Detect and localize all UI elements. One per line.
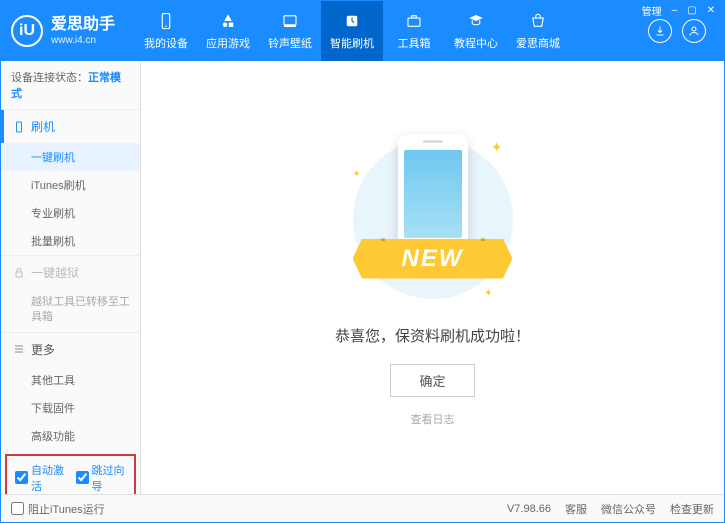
nav-tab-store[interactable]: 爱思商城: [507, 1, 569, 61]
sidebar: 设备连接状态：正常模式 刷机 一键刷机 iTunes刷机 专业刷机 批量刷机 一…: [1, 61, 141, 494]
brand-logo-icon: iU: [11, 15, 43, 47]
nav-tab-label: 铃声壁纸: [268, 35, 312, 51]
auto-activate-checkbox[interactable]: 自动激活: [15, 462, 66, 494]
toolbox-icon: [404, 11, 424, 31]
jailbreak-note: 越狱工具已转移至工具箱: [1, 289, 140, 332]
nav-tab-ringtones[interactable]: 铃声壁纸: [259, 1, 321, 61]
brand-title: 爱思助手: [51, 15, 115, 34]
sidebar-item-download-fw[interactable]: 下载固件: [1, 394, 140, 422]
sidebar-head-more[interactable]: 更多: [1, 333, 140, 366]
wallpaper-icon: [280, 11, 300, 31]
checkbox-options: 自动激活 跳过向导: [5, 454, 136, 494]
nav-tab-label: 智能刷机: [330, 35, 374, 51]
version-label: V7.98.66: [507, 503, 551, 515]
sidebar-head-jailbreak: 一键越狱: [1, 256, 140, 289]
ok-button[interactable]: 确定: [390, 364, 474, 397]
lock-icon: [13, 267, 25, 279]
view-log-link[interactable]: 查看日志: [411, 411, 455, 427]
phone-icon: [156, 11, 176, 31]
store-icon: [528, 11, 548, 31]
body: 设备连接状态：正常模式 刷机 一键刷机 iTunes刷机 专业刷机 批量刷机 一…: [1, 61, 724, 494]
nav-tab-label: 应用游戏: [206, 35, 250, 51]
check-update-link[interactable]: 检查更新: [670, 501, 714, 517]
download-button[interactable]: [648, 19, 672, 43]
success-message: 恭喜您，保资料刷机成功啦！: [335, 325, 530, 346]
sidebar-item-advanced[interactable]: 高级功能: [1, 422, 140, 450]
phone-small-icon: [13, 121, 25, 133]
brand-url: www.i4.cn: [51, 35, 115, 47]
minimize-icon[interactable]: –: [669, 5, 681, 16]
sidebar-item-other-tools[interactable]: 其他工具: [1, 366, 140, 394]
app-window: 管理 – ▢ ✕ iU 爱思助手 www.i4.cn 我的设备 应用游戏 铃声壁: [0, 0, 725, 523]
nav-tabs: 我的设备 应用游戏 铃声壁纸 智能刷机 工具箱 教程中心: [135, 1, 648, 61]
nav-tab-toolbox[interactable]: 工具箱: [383, 1, 445, 61]
footer: 阻止iTunes运行 V7.98.66 客服 微信公众号 检查更新: [1, 494, 724, 522]
skip-guide-checkbox[interactable]: 跳过向导: [76, 462, 127, 494]
nav-tab-label: 工具箱: [398, 35, 431, 51]
close-icon[interactable]: ✕: [704, 5, 718, 16]
header: 管理 – ▢ ✕ iU 爱思助手 www.i4.cn 我的设备 应用游戏 铃声壁: [1, 1, 724, 61]
connection-status: 设备连接状态：正常模式: [1, 61, 140, 109]
brand: iU 爱思助手 www.i4.cn: [11, 15, 115, 47]
user-button[interactable]: [682, 19, 706, 43]
list-icon: [13, 343, 25, 355]
window-controls: 管理 – ▢ ✕: [639, 3, 718, 18]
nav-tab-flash[interactable]: 智能刷机: [321, 1, 383, 61]
new-banner: NEW: [353, 239, 513, 279]
success-illustration: ✦ ✦ ✦ NEW: [343, 129, 523, 309]
flash-icon: [342, 11, 362, 31]
nav-tab-label: 爱思商城: [516, 35, 560, 51]
sidebar-item-itunes-flash[interactable]: iTunes刷机: [1, 171, 140, 199]
customer-service-link[interactable]: 客服: [565, 501, 587, 517]
nav-tab-apps[interactable]: 应用游戏: [197, 1, 259, 61]
sidebar-item-oneclick-flash[interactable]: 一键刷机: [1, 143, 140, 171]
nav-tab-tutorials[interactable]: 教程中心: [445, 1, 507, 61]
nav-tab-label: 教程中心: [454, 35, 498, 51]
nav-tab-device[interactable]: 我的设备: [135, 1, 197, 61]
wechat-link[interactable]: 微信公众号: [601, 501, 656, 517]
sidebar-head-flash[interactable]: 刷机: [1, 110, 140, 143]
nav-tab-label: 我的设备: [144, 35, 188, 51]
maximize-icon[interactable]: ▢: [684, 5, 699, 16]
sidebar-item-pro-flash[interactable]: 专业刷机: [1, 199, 140, 227]
main-content: ✦ ✦ ✦ NEW 恭喜您，保资料刷机成功啦！ 确定 查看日志: [141, 61, 724, 494]
manage-link[interactable]: 管理: [639, 3, 665, 18]
block-itunes-checkbox[interactable]: 阻止iTunes运行: [11, 501, 105, 517]
sidebar-item-batch-flash[interactable]: 批量刷机: [1, 227, 140, 255]
tutorial-icon: [466, 11, 486, 31]
apps-icon: [218, 11, 238, 31]
